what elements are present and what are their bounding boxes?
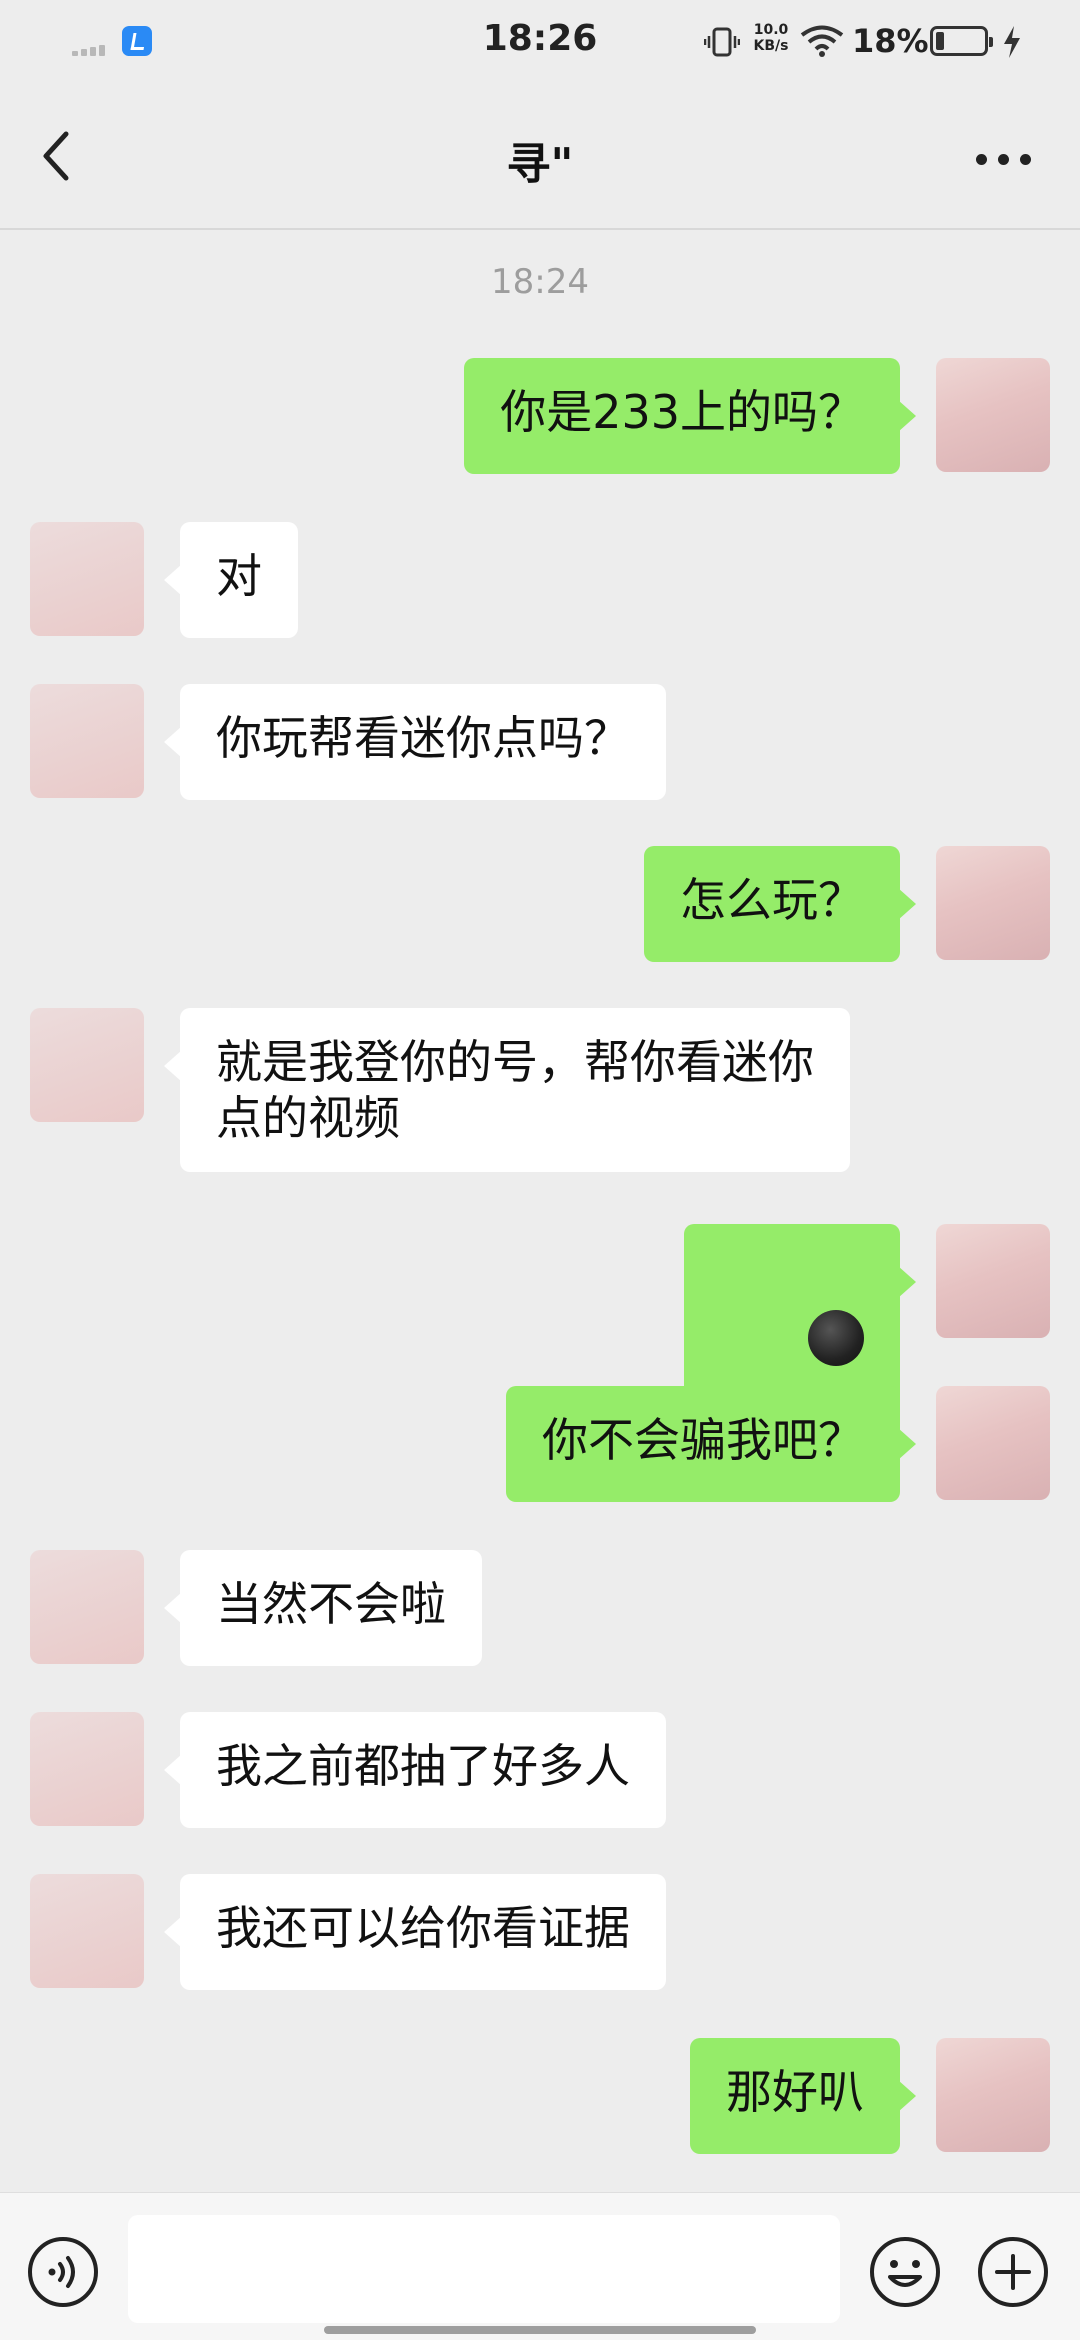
network-speed-value: 10.0	[753, 22, 789, 38]
battery-percent: 18%	[852, 22, 929, 60]
chat-title[interactable]: 寻"	[0, 128, 1080, 192]
contact-avatar[interactable]	[30, 1008, 144, 1122]
my-avatar[interactable]	[936, 358, 1050, 472]
message-bubble-sent[interactable]: 你是233上的吗？	[464, 358, 916, 474]
contact-avatar[interactable]	[30, 1550, 144, 1664]
message-input[interactable]	[128, 2215, 840, 2323]
message-bubble-received[interactable]: 对	[164, 522, 298, 638]
vibrate-icon	[704, 27, 740, 57]
message-bubble-received[interactable]: 我还可以给你看证据	[164, 1874, 666, 1990]
message-bubble-received[interactable]: 我之前都抽了好多人	[164, 1712, 666, 1828]
chat-input-bar	[0, 2192, 1080, 2340]
my-avatar[interactable]	[936, 846, 1050, 960]
emoji-icon[interactable]	[868, 2235, 942, 2309]
battery-icon	[930, 26, 993, 56]
message-list[interactable]: 18:24 你是233上的吗？ 对 你玩帮看迷你点吗？ 怎么玩？ 就是我登你的号…	[0, 232, 1080, 2192]
contact-avatar[interactable]	[30, 522, 144, 636]
message-bubble-sent[interactable]: 你不会骗我吧？	[506, 1386, 916, 1502]
smirk-face-emoji-icon	[808, 1309, 864, 1366]
plus-icon[interactable]	[976, 2235, 1050, 2309]
message-bubble-received[interactable]: 就是我登你的号，帮你看迷你 点的视频	[164, 1008, 850, 1172]
message-bubble-sent[interactable]: 怎么玩？	[644, 846, 916, 962]
more-options-button[interactable]	[968, 140, 1038, 180]
message-timestamp: 18:24	[491, 262, 589, 302]
wifi-icon	[800, 25, 844, 57]
message-bubble-received[interactable]: 你玩帮看迷你点吗？	[164, 684, 666, 800]
my-avatar[interactable]	[936, 2038, 1050, 2152]
network-speed-unit: KB/s	[753, 38, 789, 54]
contact-avatar[interactable]	[30, 1712, 144, 1826]
network-speed: 10.0 KB/s	[748, 22, 794, 54]
my-avatar[interactable]	[936, 1386, 1050, 1500]
home-indicator[interactable]	[324, 2326, 756, 2334]
message-bubble-sent[interactable]: 那好叭	[690, 2038, 916, 2154]
charging-icon	[1004, 26, 1020, 58]
status-bar: 18:26 10.0 KB/s 18%	[0, 0, 1080, 84]
voice-input-icon[interactable]	[26, 2235, 100, 2309]
message-bubble-received[interactable]: 当然不会啦	[164, 1550, 482, 1666]
my-avatar[interactable]	[936, 1224, 1050, 1338]
battery-level-fill	[936, 32, 944, 50]
contact-avatar[interactable]	[30, 684, 144, 798]
contact-avatar[interactable]	[30, 1874, 144, 1988]
chat-header: 寻"	[0, 84, 1080, 230]
